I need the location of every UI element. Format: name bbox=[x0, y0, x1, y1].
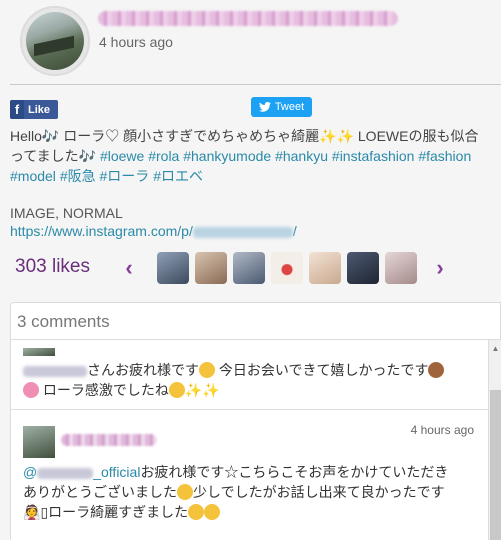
link-id-redacted bbox=[192, 226, 293, 238]
grin-icon bbox=[188, 504, 205, 520]
liker-avatar[interactable] bbox=[385, 252, 417, 284]
comment-text: ありがとうございました bbox=[23, 484, 177, 500]
commenter-avatar[interactable] bbox=[23, 348, 55, 356]
scroll-thumb[interactable] bbox=[490, 390, 501, 540]
post-header: 4 hours ago bbox=[0, 0, 501, 78]
comment-time: 4 hours ago bbox=[410, 423, 474, 437]
mention-suffix: _official bbox=[93, 464, 141, 480]
bullet-icon: ▯ bbox=[40, 504, 49, 520]
likes-count[interactable]: 303 likes bbox=[15, 256, 90, 278]
comment-separator bbox=[11, 409, 488, 410]
comment-item: @ _officialお疲れ様です☆こちらこそお声をかけていただき ありがとうござ… bbox=[11, 462, 488, 522]
link-prefix: https://www.instagram.com/p/ bbox=[10, 223, 193, 239]
liker-avatar[interactable] bbox=[271, 252, 303, 284]
smile-icon bbox=[177, 484, 193, 500]
media-type: IMAGE, NORMAL bbox=[10, 205, 123, 221]
mention-redacted bbox=[37, 467, 94, 479]
post-link[interactable]: https://www.instagram.com/p/ / bbox=[10, 223, 297, 239]
liker-avatar[interactable] bbox=[195, 252, 227, 284]
comment-text: お疲れ様です☆こちらこそお声をかけていただき bbox=[140, 464, 449, 480]
laughing-icon bbox=[168, 382, 185, 398]
hearts-icon bbox=[23, 382, 39, 398]
sparkles-icon: ✨✨ bbox=[184, 382, 220, 398]
heart-eyes-icon bbox=[199, 362, 215, 378]
comments-list: さんお疲れ様です 今日お会いできて嬉しかったです ローラ感激でしたね ✨✨ 4 h… bbox=[10, 340, 488, 540]
comments-header: 3 comments bbox=[10, 302, 501, 340]
like-label: Like bbox=[28, 103, 51, 116]
post-info: IMAGE, NORMAL https://www.instagram.com/… bbox=[10, 204, 297, 240]
comment-text: ローラ綺麗すぎました bbox=[48, 504, 189, 520]
liker-avatar[interactable] bbox=[309, 252, 341, 284]
comments-count: 3 comments bbox=[17, 312, 110, 331]
hashtag[interactable]: #hankyumode bbox=[183, 148, 271, 164]
commenter-name-redacted[interactable] bbox=[61, 434, 157, 446]
divider bbox=[10, 84, 501, 85]
username-redacted[interactable] bbox=[98, 11, 398, 26]
hashtag[interactable]: #阪急 bbox=[60, 168, 96, 184]
liker-avatar[interactable] bbox=[157, 252, 189, 284]
tweet-button[interactable]: Tweet bbox=[251, 97, 312, 117]
hashtag[interactable]: #hankyu bbox=[275, 148, 328, 164]
hashtag[interactable]: #ローラ bbox=[100, 168, 150, 184]
comment-text: 今日お会いできて嬉しかったです bbox=[215, 362, 429, 378]
hashtag[interactable]: #model bbox=[10, 168, 56, 184]
hashtag[interactable]: #fashion bbox=[418, 148, 471, 164]
facebook-like-button[interactable]: f Like bbox=[10, 100, 58, 119]
person-icon: 👰 bbox=[23, 504, 41, 520]
monkey-icon bbox=[428, 362, 445, 378]
hashtag[interactable]: #ロエベ bbox=[153, 168, 203, 184]
comments-scrollbar[interactable]: ▲ bbox=[488, 340, 501, 540]
chevron-right-icon[interactable]: › bbox=[430, 255, 450, 280]
hashtag[interactable]: #instafashion bbox=[332, 148, 415, 164]
avatar-image bbox=[26, 12, 84, 70]
post-caption: Hello🎶 ローラ♡ 顔小さすぎでめちゃめちゃ綺麗✨✨ LOEWEの服も似合っ… bbox=[10, 126, 490, 186]
comment-item: さんお疲れ様です 今日お会いできて嬉しかったです ローラ感激でしたね ✨✨ bbox=[11, 360, 488, 400]
scroll-up-icon[interactable]: ▲ bbox=[489, 344, 501, 354]
comment-text: ローラ感激でしたね bbox=[39, 382, 169, 398]
post-card: 4 hours ago f Like Tweet Hello🎶 ローラ♡ 顔小さ… bbox=[0, 0, 501, 540]
chevron-left-icon[interactable]: ‹ bbox=[119, 255, 139, 280]
comment-text: 少しでしたがお話し出来て良かったです bbox=[193, 484, 445, 500]
avatar[interactable] bbox=[20, 6, 90, 76]
tweet-label: Tweet bbox=[274, 101, 305, 113]
hashtag[interactable]: #rola bbox=[148, 148, 179, 164]
hashtag[interactable]: #loewe bbox=[100, 148, 144, 164]
caption-text: Hello🎶 ローラ♡ 顔小さすぎでめちゃめちゃ綺麗 bbox=[10, 128, 320, 144]
music-notes-icon: 🎶 bbox=[78, 148, 97, 164]
mention-link[interactable]: @ _official bbox=[23, 464, 140, 480]
mention-redacted[interactable] bbox=[23, 365, 87, 377]
link-suffix: / bbox=[292, 223, 297, 239]
grin-icon bbox=[204, 504, 221, 520]
twitter-icon bbox=[258, 102, 271, 112]
facebook-icon: f bbox=[10, 100, 24, 119]
sparkles-icon: ✨✨ bbox=[319, 128, 354, 144]
liker-avatar[interactable] bbox=[347, 252, 379, 284]
commenter-avatar[interactable] bbox=[23, 426, 55, 458]
liker-avatar[interactable] bbox=[233, 252, 265, 284]
comment-text: さんお疲れ様です bbox=[87, 362, 199, 378]
post-time: 4 hours ago bbox=[99, 34, 173, 50]
